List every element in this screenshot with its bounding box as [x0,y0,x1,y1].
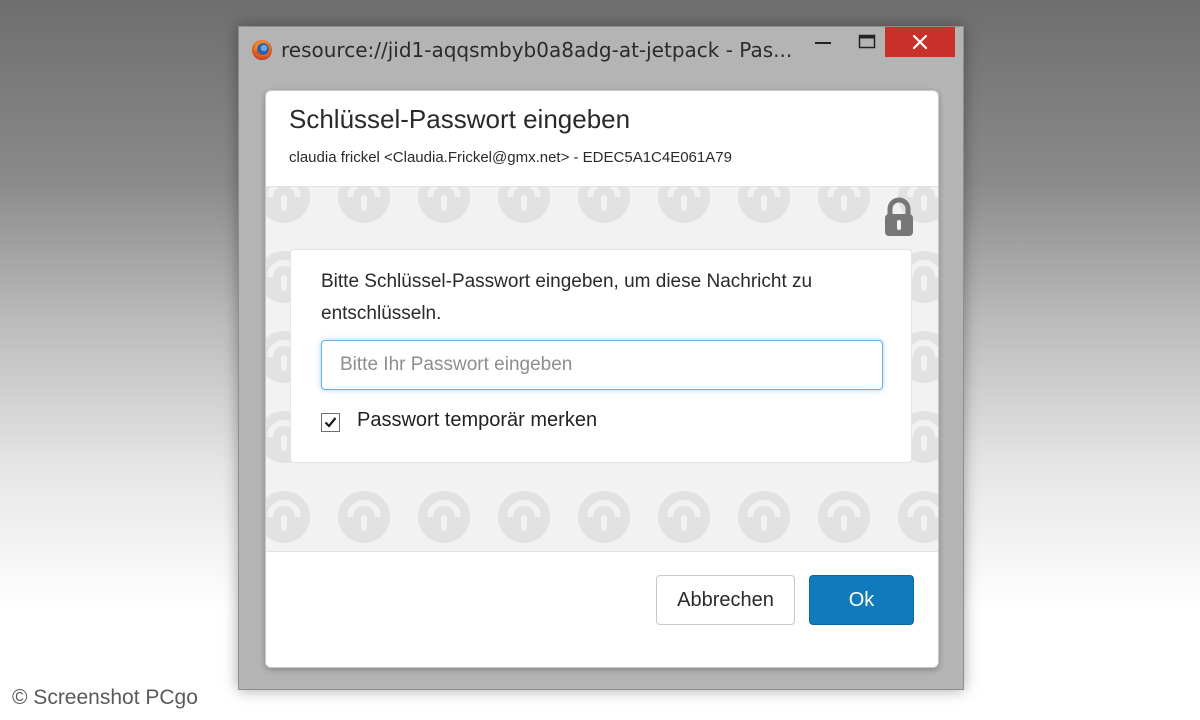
maximize-icon [858,34,876,49]
dialog-message: Bitte Schlüssel-Passwort eingeben, um di… [321,271,813,324]
maximize-button[interactable] [845,27,889,57]
password-input[interactable] [321,340,883,390]
firefox-icon [252,40,272,60]
dialog-title: Schlüssel-Passwort eingeben [289,104,631,134]
dialog-footer: Abbrechen Ok [266,551,938,667]
close-icon [912,34,928,50]
screenshot-watermark: © Screenshot PCgo [12,686,198,709]
dialog-body: Bitte Schlüssel-Passwort eingeben, um di… [266,187,938,551]
checkmark-icon [324,417,337,428]
dialog-header: Schlüssel-Passwort eingeben claudia fric… [266,91,938,187]
ok-button[interactable]: Ok [809,575,914,625]
password-dialog: Schlüssel-Passwort eingeben claudia fric… [265,90,939,668]
close-button[interactable] [885,27,955,57]
key-owner-info: claudia frickel <Claudia.Frickel@gmx.net… [289,149,732,166]
minimize-button[interactable] [801,27,845,57]
remember-password-label[interactable]: Passwort temporär merken [357,409,597,432]
password-card: Bitte Schlüssel-Passwort eingeben, um di… [290,249,912,463]
cancel-button[interactable]: Abbrechen [656,575,795,625]
remember-password-checkbox[interactable] [321,413,340,432]
window-titlebar[interactable]: resource://jid1-aqqsmbyb0a8adg-at-jetpac… [239,27,963,75]
window-title: resource://jid1-aqqsmbyb0a8adg-at-jetpac… [281,38,793,62]
minimize-icon [815,42,831,44]
lock-icon [885,197,913,236]
browser-popup-window: resource://jid1-aqqsmbyb0a8adg-at-jetpac… [238,26,964,690]
